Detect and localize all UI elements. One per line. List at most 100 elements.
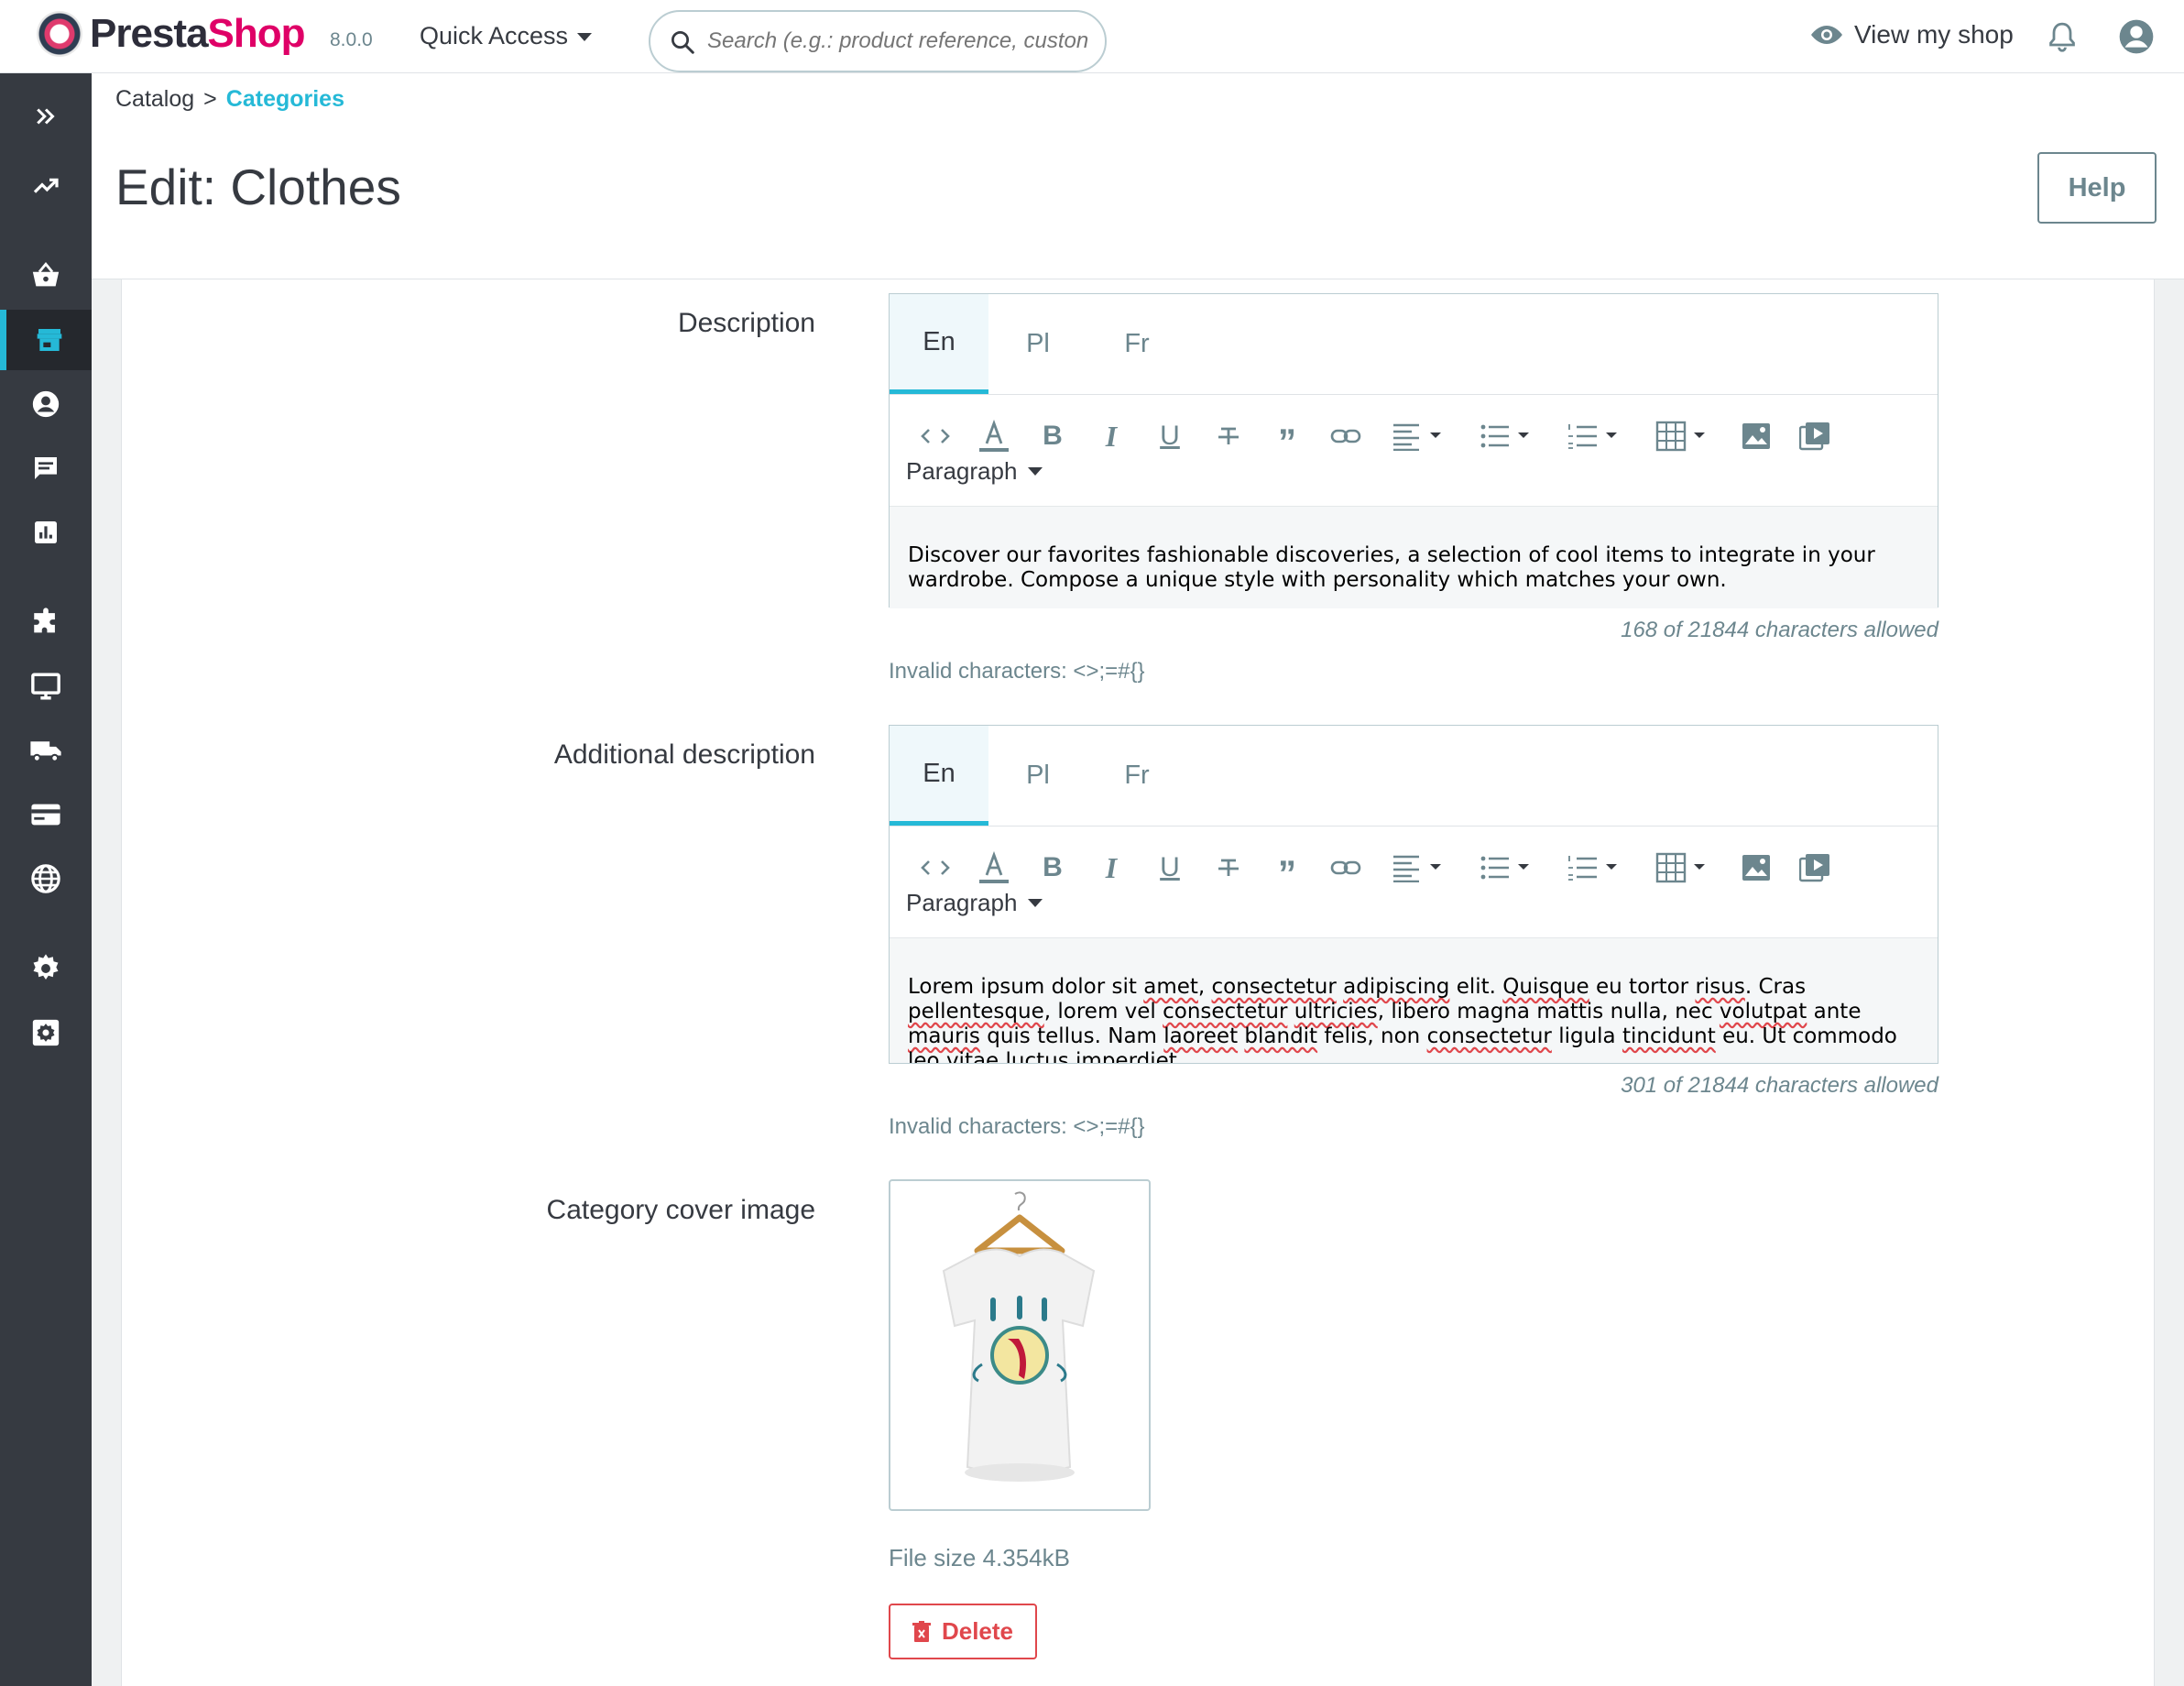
blockquote-icon[interactable]: ” xyxy=(1258,845,1316,892)
misspelled-word: ultricies xyxy=(1294,1000,1378,1024)
description-invalid-chars: Invalid characters: <>;=#{} xyxy=(889,659,1145,684)
chat-icon xyxy=(35,457,57,479)
tshirt-image xyxy=(942,1191,1096,1482)
tab-en[interactable]: En xyxy=(890,294,988,394)
paragraph-label: Paragraph xyxy=(906,457,1018,485)
eye-icon xyxy=(1811,26,1842,44)
additional-description-content[interactable]: Lorem ipsum dolor sit amet, consectetur … xyxy=(890,938,1938,1063)
tab-en[interactable]: En xyxy=(890,726,988,826)
misspelled-word: laoreet xyxy=(1163,1024,1239,1048)
description-lang-tabs: En Pl Fr xyxy=(890,294,1938,395)
bullet-list-dropdown[interactable] xyxy=(1463,413,1551,459)
sidebar-item-dashboard[interactable] xyxy=(0,156,92,216)
tab-pl[interactable]: Pl xyxy=(988,726,1087,826)
quick-access-label: Quick Access xyxy=(420,22,569,49)
source-code-icon[interactable] xyxy=(906,413,965,459)
paragraph-format-dropdown[interactable]: Paragraph xyxy=(906,889,1043,917)
search-box[interactable] xyxy=(649,10,1107,72)
strikethrough-icon[interactable] xyxy=(1199,845,1258,891)
quick-access-dropdown[interactable]: Quick Access xyxy=(420,22,593,50)
additional-description-invalid-chars: Invalid characters: <>;=#{} xyxy=(889,1114,1145,1139)
source-code-icon[interactable] xyxy=(906,845,965,891)
table-dropdown[interactable] xyxy=(1639,845,1727,891)
image-icon[interactable] xyxy=(1727,845,1785,891)
caret-down-icon xyxy=(1028,899,1043,907)
help-button[interactable]: Help xyxy=(2037,152,2157,224)
sidebar-item-orders[interactable] xyxy=(0,246,92,306)
description-content[interactable]: Discover our favorites fashionable disco… xyxy=(890,507,1938,608)
bullet-list-dropdown[interactable] xyxy=(1463,845,1551,891)
credit-card-icon xyxy=(31,804,60,826)
underline-icon[interactable]: U xyxy=(1141,845,1199,891)
align-dropdown[interactable] xyxy=(1375,845,1463,891)
cover-image-label: Category cover image xyxy=(546,1195,815,1225)
italic-icon[interactable]: I xyxy=(1082,845,1141,891)
truck-icon xyxy=(30,741,61,762)
misspelled-word: consectetur xyxy=(1211,975,1337,999)
sidebar-item-stats[interactable] xyxy=(0,502,92,563)
sidebar-item-payment[interactable] xyxy=(0,784,92,845)
breadcrumb-categories[interactable]: Categories xyxy=(226,86,344,112)
gear-icon xyxy=(33,954,59,980)
misspelled-word: risus xyxy=(1695,975,1745,999)
italic-icon[interactable]: I xyxy=(1082,413,1141,459)
notifications-button[interactable] xyxy=(2047,20,2078,58)
advanced-settings-icon xyxy=(32,1019,60,1046)
search-input[interactable] xyxy=(707,23,1092,60)
delete-image-button[interactable]: Delete xyxy=(889,1604,1037,1659)
tab-fr[interactable]: Fr xyxy=(1087,294,1186,394)
paragraph-label: Paragraph xyxy=(906,889,1018,916)
link-icon[interactable] xyxy=(1316,845,1375,891)
link-icon[interactable] xyxy=(1316,413,1375,459)
tab-fr[interactable]: Fr xyxy=(1087,726,1186,826)
misspelled-word: volutpat xyxy=(1719,1000,1807,1024)
additional-lang-tabs: En Pl Fr xyxy=(890,726,1938,827)
media-icon[interactable] xyxy=(1785,845,1844,891)
description-counter: 168 of 21844 characters allowed xyxy=(1621,618,1938,642)
underline-icon[interactable]: U xyxy=(1141,413,1199,459)
sidebar-item-international[interactable] xyxy=(0,848,92,909)
logo-text: PrestaShop xyxy=(90,11,306,56)
media-icon[interactable] xyxy=(1785,413,1844,459)
misspelled-word: Quisque xyxy=(1502,975,1589,999)
basket-icon xyxy=(32,262,60,287)
sidebar-item-advanced[interactable] xyxy=(0,1002,92,1063)
top-bar: PrestaShop 8.0.0 Quick Access View my sh… xyxy=(0,0,2184,73)
numbered-list-dropdown[interactable] xyxy=(1551,845,1639,891)
sidebar-item-catalog[interactable] xyxy=(0,310,92,370)
sidebar-item-design[interactable] xyxy=(0,656,92,717)
misspelled-word: mauris xyxy=(908,1024,980,1048)
sidebar-item-modules[interactable] xyxy=(0,592,92,652)
delete-label: Delete xyxy=(941,1617,1014,1645)
account-button[interactable] xyxy=(2118,18,2155,60)
search-icon xyxy=(672,31,694,54)
sidebar-item-messages[interactable] xyxy=(0,438,92,498)
strikethrough-icon[interactable] xyxy=(1199,413,1258,459)
text-color-icon[interactable] xyxy=(965,413,1023,459)
monitor-icon xyxy=(31,673,60,700)
bar-chart-icon xyxy=(35,521,57,543)
sidebar-item-shipping[interactable] xyxy=(0,720,92,781)
misspelled-word: amet xyxy=(1143,975,1198,999)
blockquote-icon[interactable]: ” xyxy=(1258,413,1316,461)
text-color-icon[interactable] xyxy=(965,845,1023,891)
sidebar-item-settings[interactable] xyxy=(0,938,92,999)
prestashop-logo[interactable]: PrestaShop xyxy=(37,11,306,57)
view-shop-link[interactable]: View my shop xyxy=(1810,20,2014,49)
editor-toolbar: B I U ” Paragraph xyxy=(890,827,1938,938)
sidebar-item-customers[interactable] xyxy=(0,374,92,434)
bold-icon[interactable]: B xyxy=(1023,413,1082,459)
additional-description-counter: 301 of 21844 characters allowed xyxy=(1621,1073,1938,1098)
misspelled-word: luctus xyxy=(1005,1049,1069,1063)
paragraph-format-dropdown[interactable]: Paragraph xyxy=(906,457,1043,486)
tab-pl[interactable]: Pl xyxy=(988,294,1087,394)
breadcrumb-catalog[interactable]: Catalog xyxy=(115,86,194,112)
sidebar-expand[interactable] xyxy=(0,86,92,147)
align-dropdown[interactable] xyxy=(1375,413,1463,459)
table-dropdown[interactable] xyxy=(1639,413,1727,459)
cover-image-thumbnail xyxy=(889,1179,1151,1511)
image-icon[interactable] xyxy=(1727,413,1785,459)
numbered-list-dropdown[interactable] xyxy=(1551,413,1639,459)
store-icon xyxy=(37,329,61,351)
bold-icon[interactable]: B xyxy=(1023,845,1082,891)
